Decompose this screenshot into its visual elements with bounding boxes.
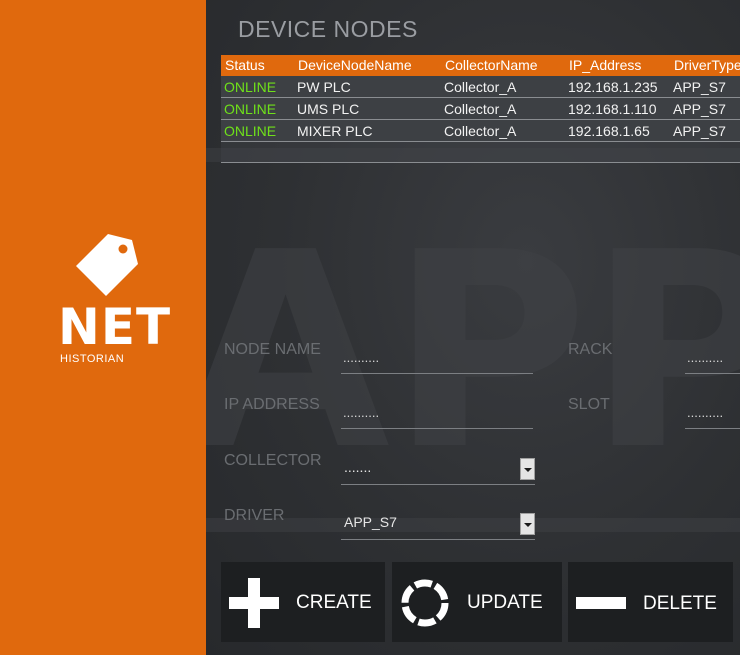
ip-cell: 192.168.1.110 [568,101,657,117]
column-header[interactable]: CollectorName [441,55,565,76]
driver-cell: APP_S7 [673,79,726,95]
minus-icon [576,597,626,609]
rack-label: RACK [568,341,613,358]
collector-dropdown[interactable]: ....... [341,452,535,485]
driver-cell: APP_S7 [673,123,726,139]
table-header: Status DeviceNodeName CollectorName IP_A… [221,55,740,76]
chevron-down-icon[interactable] [520,513,535,535]
rack-input[interactable]: .......... [685,348,740,374]
page-title: DEVICE NODES [238,16,418,42]
brand-name: NET [58,298,172,356]
table-row[interactable]: ONLINE MIXER PLC Collector_A 192.168.1.6… [221,120,740,142]
refresh-icon [401,579,449,627]
main-panel: APP DEVICE NODES Status DeviceNodeName C… [206,0,740,655]
app-logo: NET HISTORIAN [56,232,170,372]
slot-label: SLOT [568,396,610,413]
delete-button[interactable]: DELETE [568,562,733,642]
update-button[interactable]: UPDATE [392,562,562,642]
status-cell: ONLINE [224,101,277,117]
table-row[interactable]: ONLINE PW PLC Collector_A 192.168.1.235 … [221,76,740,98]
node-name-input[interactable]: .......... [341,348,533,374]
node-name-label: NODE NAME [224,341,321,358]
ip-cell: 192.168.1.235 [568,79,658,95]
column-header[interactable]: Status [221,55,294,76]
device-table: Status DeviceNodeName CollectorName IP_A… [221,55,740,163]
column-header[interactable]: DriverType [670,55,740,76]
table-row[interactable]: ONLINE UMS PLC Collector_A 192.168.1.110… [221,98,740,120]
create-button-label: CREATE [296,592,372,613]
node-name-cell: UMS PLC [297,101,360,117]
collector-cell: Collector_A [444,123,517,139]
sidebar: NET HISTORIAN [0,0,206,655]
tag-icon [76,234,138,296]
status-cell: ONLINE [224,79,277,95]
collector-cell: Collector_A [444,101,517,117]
create-button[interactable]: CREATE [221,562,385,642]
ip-cell: 192.168.1.65 [568,123,650,139]
brand-subtitle: HISTORIAN [60,353,125,365]
driver-dropdown[interactable]: APP_S7 [341,507,535,540]
collector-label: COLLECTOR [224,452,322,469]
collector-cell: Collector_A [444,79,517,95]
column-header[interactable]: DeviceNodeName [294,55,441,76]
ip-address-input[interactable]: .......... [341,403,533,429]
slot-input[interactable]: .......... [685,403,740,429]
driver-label: DRIVER [224,507,285,524]
node-name-cell: PW PLC [297,79,351,95]
update-button-label: UPDATE [467,592,543,613]
node-name-cell: MIXER PLC [297,123,373,139]
status-cell: ONLINE [224,123,277,139]
chevron-down-icon[interactable] [520,458,535,480]
ip-address-label: IP ADDRESS [224,396,320,413]
delete-button-label: DELETE [643,593,717,614]
column-header[interactable]: IP_Address [565,55,670,76]
plus-icon [229,578,279,628]
driver-selected-value: APP_S7 [344,514,397,530]
driver-cell: APP_S7 [673,101,726,117]
collector-selected-value: ....... [344,459,372,475]
